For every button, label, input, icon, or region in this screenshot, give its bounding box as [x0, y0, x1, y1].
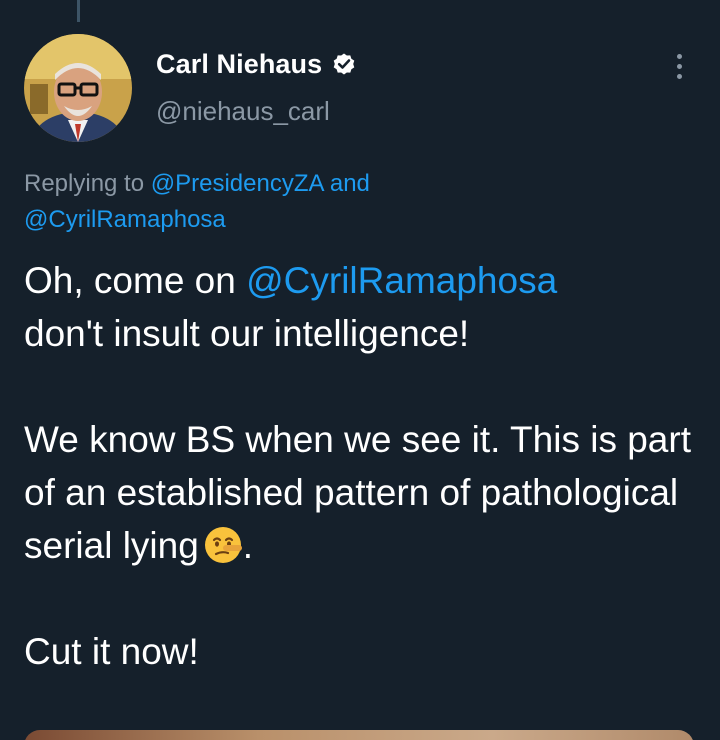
more-options-icon	[676, 53, 682, 59]
user-handle[interactable]: @niehaus_carl	[156, 96, 330, 127]
tweet-paragraph-1: Oh, come on @CyrilRamaphosa don't insult …	[24, 254, 714, 360]
avatar[interactable]	[24, 34, 132, 142]
tweet: Carl Niehaus @niehaus_carl Replying to @…	[0, 0, 720, 740]
thread-connector-line	[77, 0, 80, 22]
more-options-icon-dot	[676, 63, 682, 69]
tweet-media-image[interactable]	[24, 730, 694, 740]
author-name-row[interactable]: Carl Niehaus	[156, 46, 357, 82]
replying-to: Replying to @PresidencyZA and @CyrilRama…	[24, 166, 684, 238]
reply-mention-cyril[interactable]: @CyrilRamaphosa	[24, 206, 226, 233]
tweet-paragraph-3: Cut it now!	[24, 631, 199, 672]
more-options-icon-dot	[676, 73, 682, 79]
lying-face-emoji-icon	[203, 525, 243, 565]
tweet-paragraph-2: We know BS when we see it. This is part …	[24, 413, 714, 572]
tweet-paragraph-2-end: .	[242, 525, 254, 566]
tweet-paragraph-2-text: We know BS when we see it. This is part …	[24, 419, 691, 566]
tweet-line-1-text: Oh, come on	[24, 260, 247, 301]
verified-badge-icon	[331, 51, 357, 77]
tweet-mention-cyril[interactable]: @CyrilRamaphosa	[246, 260, 557, 301]
reply-joiner: and	[329, 170, 370, 197]
reply-mention-presidency[interactable]: @PresidencyZA	[151, 170, 323, 197]
more-options-button[interactable]	[664, 48, 694, 84]
display-name[interactable]: Carl Niehaus	[156, 49, 322, 80]
replying-to-label: Replying to	[24, 170, 145, 197]
tweet-line-2-text: don't insult our intelligence!	[24, 313, 470, 354]
tweet-text: Oh, come on @CyrilRamaphosa don't insult …	[24, 254, 714, 678]
